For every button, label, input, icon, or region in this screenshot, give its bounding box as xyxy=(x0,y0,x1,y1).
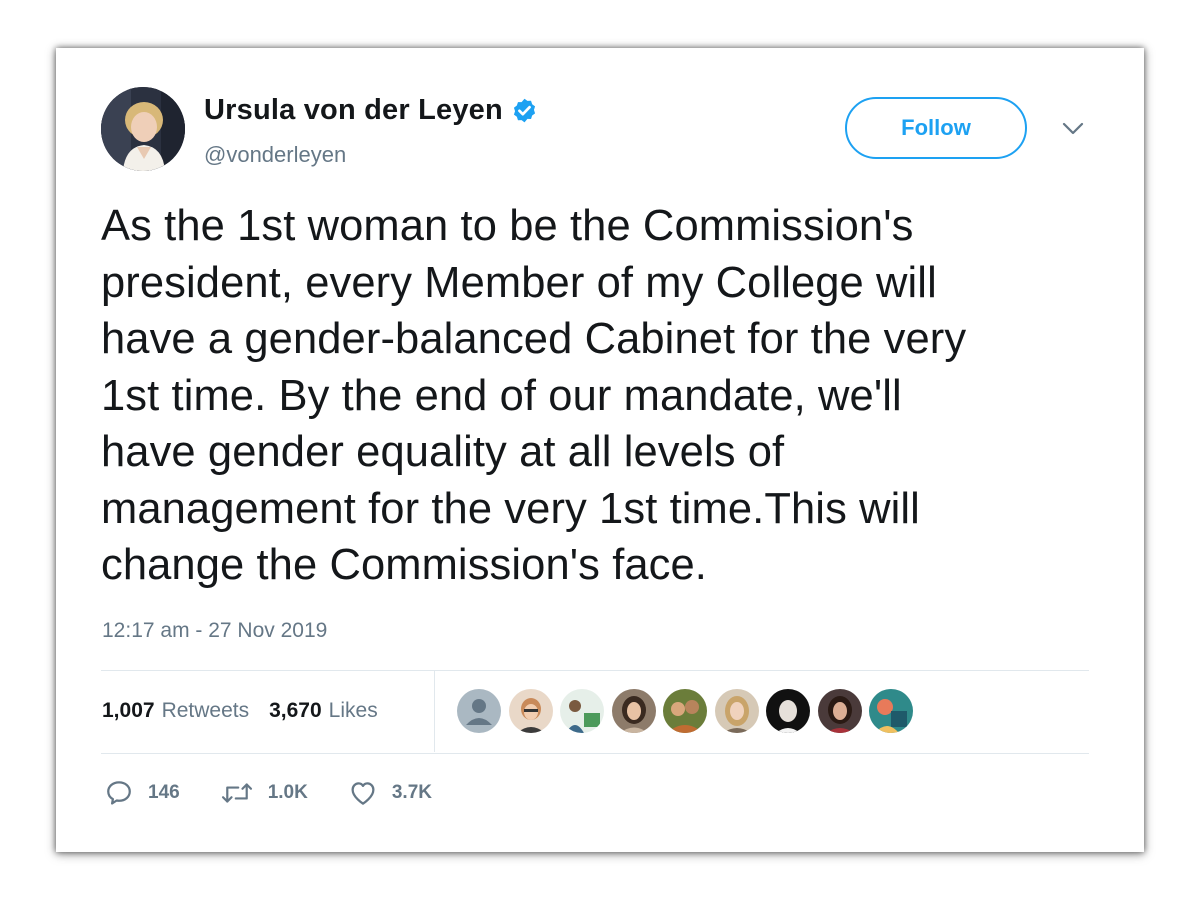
likes-label[interactable]: Likes xyxy=(329,699,378,723)
tweet-timestamp[interactable]: 12:17 am - 27 Nov 2019 xyxy=(102,619,327,643)
heart-icon xyxy=(351,782,375,805)
divider-top xyxy=(101,670,1089,671)
like-count: 3.7K xyxy=(391,782,432,803)
liker-avatar[interactable] xyxy=(508,689,553,733)
like-button[interactable]: 3.7K xyxy=(348,778,432,808)
author-avatar[interactable] xyxy=(101,87,185,171)
profile-photo xyxy=(101,87,185,171)
liker-avatar[interactable] xyxy=(457,689,501,733)
tweet-text: As the 1st woman to be the Commission's … xyxy=(101,202,967,589)
liker-avatar[interactable] xyxy=(766,689,810,733)
reply-button[interactable]: 146 xyxy=(104,778,180,808)
retweet-icon xyxy=(221,783,252,803)
retweets-count[interactable]: 1,007 xyxy=(102,699,155,723)
likes-count[interactable]: 3,670 xyxy=(269,699,322,723)
verified-badge-icon xyxy=(513,98,536,123)
reply-count: 146 xyxy=(148,782,180,803)
liker-avatar[interactable] xyxy=(817,689,862,733)
reply-icon xyxy=(107,781,131,805)
retweet-button[interactable]: 1.0K xyxy=(220,778,308,808)
liker-avatar[interactable] xyxy=(663,689,707,733)
tweet-actions: 146 1.0K 3.7K xyxy=(104,778,472,808)
author-handle[interactable]: @vonderleyen xyxy=(204,142,346,168)
liker-avatar[interactable] xyxy=(611,689,656,733)
follow-button[interactable]: Follow xyxy=(845,97,1027,159)
retweet-count: 1.0K xyxy=(267,782,308,803)
tweet-card: Ursula von der Leyen @vonderleyen Follow… xyxy=(56,48,1144,852)
chevron-down-icon[interactable] xyxy=(1061,120,1085,138)
liker-avatar[interactable] xyxy=(714,689,759,733)
author-display-name[interactable]: Ursula von der Leyen xyxy=(204,94,503,127)
author-name-row: Ursula von der Leyen xyxy=(204,94,538,127)
liker-avatar[interactable] xyxy=(560,689,604,733)
liker-avatars xyxy=(457,689,921,733)
engagement-stats: 1,007 Retweets 3,670 Likes xyxy=(102,699,398,723)
liker-avatar[interactable] xyxy=(869,689,913,733)
retweets-label[interactable]: Retweets xyxy=(162,699,250,723)
stats-separator xyxy=(434,670,435,752)
divider-bottom xyxy=(101,753,1089,754)
